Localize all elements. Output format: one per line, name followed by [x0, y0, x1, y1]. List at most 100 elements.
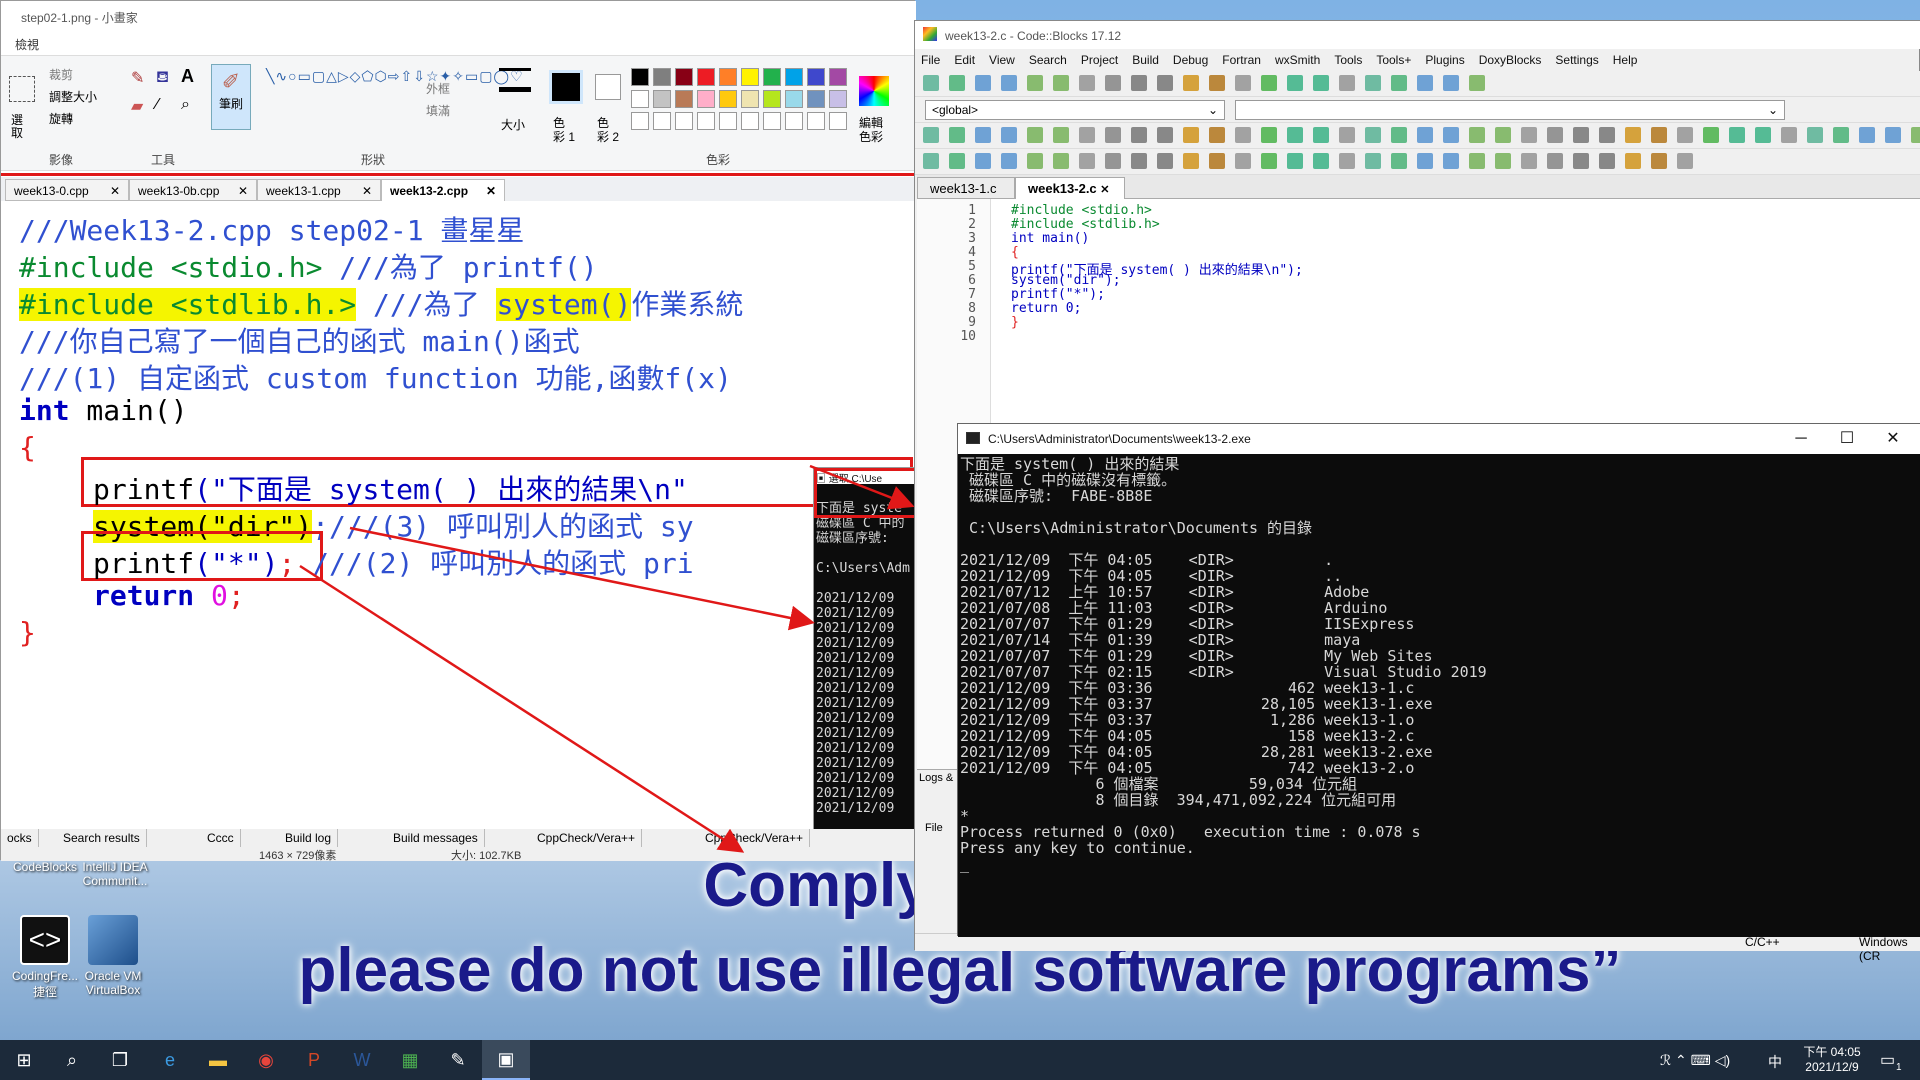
- toolbar-icon[interactable]: [1755, 127, 1771, 143]
- toolbar-icon[interactable]: [1365, 127, 1381, 143]
- toolbar-icon[interactable]: [1443, 153, 1459, 169]
- toolbar-icon[interactable]: [1079, 127, 1095, 143]
- toolbar-icon[interactable]: [1001, 153, 1017, 169]
- toolbar-icon[interactable]: [1469, 75, 1485, 91]
- edge-icon[interactable]: e: [146, 1040, 194, 1080]
- tray-icons[interactable]: ℛ ⌃ ⌨ ◁): [1660, 1052, 1730, 1069]
- toolbar-icon[interactable]: [1053, 127, 1069, 143]
- toolbar-icon[interactable]: [1105, 127, 1121, 143]
- maximize-button[interactable]: ☐: [1824, 424, 1870, 454]
- toolbar-icon[interactable]: [949, 127, 965, 143]
- toolbar-icon[interactable]: [1469, 127, 1485, 143]
- toolbar-icon[interactable]: [1521, 153, 1537, 169]
- toolbar-icon[interactable]: [1469, 153, 1485, 169]
- toolbar-icon[interactable]: [1131, 127, 1147, 143]
- toolbar-icon[interactable]: [1859, 127, 1875, 143]
- toolbar-icon[interactable]: [1391, 127, 1407, 143]
- toolbar-icon[interactable]: [1183, 153, 1199, 169]
- toolbar-icon[interactable]: [1677, 127, 1693, 143]
- toolbar-icon[interactable]: [1781, 127, 1797, 143]
- toolbar-icon[interactable]: [1287, 153, 1303, 169]
- toolbar-icon[interactable]: [1209, 153, 1225, 169]
- toolbar-icon[interactable]: [1183, 75, 1199, 91]
- toolbar-icon[interactable]: [923, 75, 939, 91]
- menu-item[interactable]: wxSmith: [1275, 53, 1320, 67]
- logs-tab[interactable]: Logs &: [917, 770, 957, 788]
- menu-item[interactable]: Tools: [1334, 53, 1362, 67]
- close-icon[interactable]: ✕: [1100, 184, 1109, 196]
- scope-combo[interactable]: <global> ⌄: [925, 100, 1225, 120]
- toolbar-icon[interactable]: [975, 153, 991, 169]
- toolbar-icon[interactable]: [1365, 75, 1381, 91]
- menu-item[interactable]: DoxyBlocks: [1479, 53, 1542, 67]
- toolbar-icon[interactable]: [1417, 153, 1433, 169]
- toolbar-icon[interactable]: [1313, 75, 1329, 91]
- task-view-icon[interactable]: ❐: [96, 1040, 144, 1080]
- toolbar-icon[interactable]: [1313, 153, 1329, 169]
- toolbar-icon[interactable]: [1625, 153, 1641, 169]
- menu-item[interactable]: View: [989, 53, 1015, 67]
- toolbar-icon[interactable]: [1495, 127, 1511, 143]
- clock[interactable]: 下午 04:05 2021/12/9: [1796, 1043, 1868, 1074]
- toolbar-icon[interactable]: [923, 153, 939, 169]
- toolbar-icon[interactable]: [1573, 153, 1589, 169]
- toolbar-icon[interactable]: [1261, 153, 1277, 169]
- symbol-combo[interactable]: ⌄: [1235, 100, 1785, 120]
- menu-item[interactable]: Project: [1081, 53, 1118, 67]
- toolbar-icon[interactable]: [1235, 127, 1251, 143]
- word-icon[interactable]: W: [338, 1040, 386, 1080]
- toolbar-icon[interactable]: [923, 127, 939, 143]
- toolbar-icon[interactable]: [1885, 127, 1901, 143]
- menu-item[interactable]: Debug: [1173, 53, 1208, 67]
- toolbar-icon[interactable]: [1417, 127, 1433, 143]
- file-explorer-icon[interactable]: ▬: [194, 1040, 242, 1080]
- toolbar-icon[interactable]: [949, 75, 965, 91]
- menu-item[interactable]: Plugins: [1425, 53, 1464, 67]
- toolbar-icon[interactable]: [1339, 75, 1355, 91]
- menu-item[interactable]: Edit: [954, 53, 975, 67]
- paint-taskbar-icon[interactable]: ✎: [434, 1040, 482, 1080]
- menu-item[interactable]: Build: [1132, 53, 1159, 67]
- toolbar-icon[interactable]: [1677, 153, 1693, 169]
- toolbar-icon[interactable]: [1651, 127, 1667, 143]
- toolbar-icon[interactable]: [1209, 127, 1225, 143]
- toolbar-icon[interactable]: [1495, 153, 1511, 169]
- close-button[interactable]: ✕: [1870, 424, 1916, 454]
- menu-item[interactable]: Fortran: [1222, 53, 1261, 67]
- toolbar-icon[interactable]: [1157, 127, 1173, 143]
- toolbar-icon[interactable]: [1339, 127, 1355, 143]
- toolbar-icon[interactable]: [1105, 153, 1121, 169]
- ime-indicator[interactable]: 中: [1768, 1052, 1782, 1072]
- toolbar-icon[interactable]: [1417, 75, 1433, 91]
- toolbar-icon[interactable]: [1547, 127, 1563, 143]
- toolbar-icon[interactable]: [1131, 153, 1147, 169]
- toolbar-icon[interactable]: [975, 127, 991, 143]
- toolbar-icon[interactable]: [1313, 127, 1329, 143]
- toolbar-icon[interactable]: [1079, 75, 1095, 91]
- tab-week13-1c[interactable]: week13-1.c ✕: [917, 177, 1015, 211]
- toolbar-icon[interactable]: [1235, 75, 1251, 91]
- toolbar-icon[interactable]: [1599, 127, 1615, 143]
- toolbar-icon[interactable]: [1105, 75, 1121, 91]
- toolbar-icon[interactable]: [1001, 75, 1017, 91]
- tab-week13-2c[interactable]: week13-2.c ✕: [1015, 177, 1125, 199]
- codeblocks-taskbar-icon[interactable]: ▦: [386, 1040, 434, 1080]
- toolbar-icon[interactable]: [1053, 153, 1069, 169]
- toolbar-icon[interactable]: [1235, 153, 1251, 169]
- toolbar-icon[interactable]: [1079, 153, 1095, 169]
- toolbar-icon[interactable]: [1911, 127, 1920, 143]
- toolbar-icon[interactable]: [1261, 75, 1277, 91]
- toolbar-icon[interactable]: [1287, 75, 1303, 91]
- minimize-button[interactable]: ─: [1778, 424, 1824, 454]
- toolbar-icon[interactable]: [1027, 153, 1043, 169]
- toolbar-icon[interactable]: [1157, 153, 1173, 169]
- toolbar-icon[interactable]: [1339, 153, 1355, 169]
- toolbar-icon[interactable]: [1625, 127, 1641, 143]
- toolbar-icon[interactable]: [1833, 127, 1849, 143]
- toolbar-icon[interactable]: [1027, 127, 1043, 143]
- start-button[interactable]: ⊞: [0, 1040, 48, 1080]
- console-taskbar-icon[interactable]: ▣: [482, 1040, 530, 1080]
- toolbar-icon[interactable]: [1443, 127, 1459, 143]
- menu-item[interactable]: Settings: [1555, 53, 1598, 67]
- menu-item[interactable]: Search: [1029, 53, 1067, 67]
